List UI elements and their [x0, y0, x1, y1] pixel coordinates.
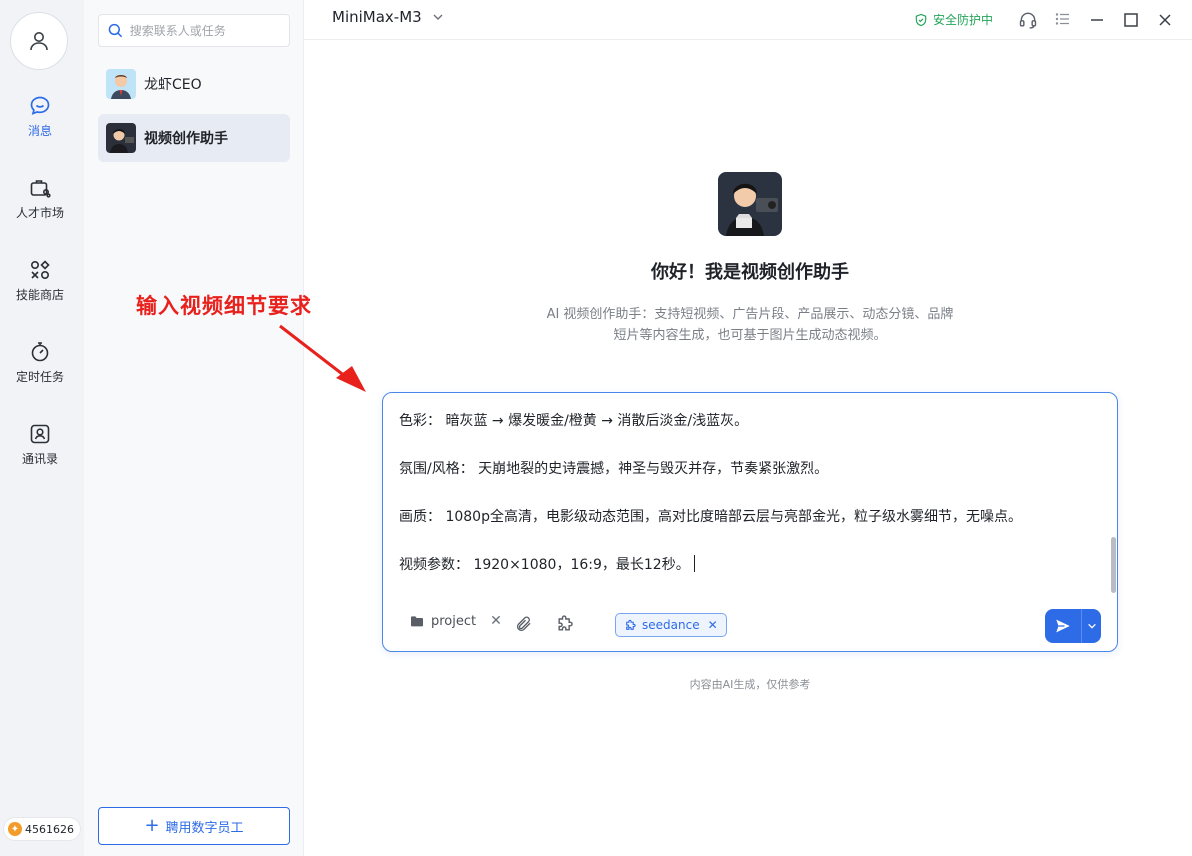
message-line: 色彩： 暗灰蓝 → 爆发暖金/橙黄 → 消散后淡金/浅蓝灰。	[399, 413, 749, 429]
security-label: 安全防护中	[933, 13, 994, 27]
contact-avatar	[106, 123, 136, 153]
assistant-avatar	[718, 172, 782, 236]
nav-item-label: 消息	[27, 124, 52, 138]
apps-icon	[30, 260, 50, 280]
message-input[interactable]: 色彩： 暗灰蓝 → 爆发暖金/橙黄 → 消散后淡金/浅蓝灰。 氛围/风格： 天崩…	[399, 411, 1099, 601]
search-icon	[108, 23, 123, 38]
send-button[interactable]	[1045, 609, 1081, 643]
contact-name: 龙虾CEO	[144, 77, 202, 93]
message-line: 画质： 1080p全高清，电影级动态范围，高对比度暗部云层与亮部金光，粒子级水雾…	[399, 509, 1022, 525]
headset-icon[interactable]	[1018, 10, 1038, 30]
chevron-down-icon	[1087, 623, 1096, 629]
chat-header: MiniMax-M3 安全防护中	[304, 0, 1192, 40]
timer-icon	[31, 342, 49, 362]
nav-item-skill-store[interactable]: 技能商店	[0, 258, 80, 303]
chat-icon	[30, 96, 50, 115]
search-box[interactable]	[98, 14, 290, 47]
nav-item-scheduled-tasks[interactable]: 定时任务	[0, 340, 80, 385]
list-icon[interactable]	[1054, 10, 1072, 28]
nav-item-messages[interactable]: 消息	[0, 94, 80, 139]
briefcase-icon	[30, 180, 51, 198]
minimize-icon[interactable]	[1088, 11, 1106, 29]
folder-icon	[411, 616, 423, 627]
message-line-last: 视频参数： 1920×1080，16:9，最长12秒。	[399, 555, 1099, 575]
plugin-icon[interactable]	[555, 614, 575, 634]
message-line: 氛围/风格： 天崩地裂的史诗震撼，神圣与毁灭并存，节奏紧张激烈。	[399, 461, 829, 477]
close-icon[interactable]	[1156, 11, 1174, 29]
coin-icon: ✦	[8, 822, 22, 836]
contact-name: 视频创作助手	[144, 131, 228, 147]
nav-rail: 消息 人才市场 技能商店 定时任务 通讯录 ✦ 4561626	[0, 0, 84, 856]
welcome-desc-line: 短片等内容生成，也可基于图片生成动态视频。	[613, 328, 887, 343]
hire-digital-employee-button[interactable]: + 聘用数字员工	[98, 807, 290, 845]
contact-item-lobster-ceo[interactable]: 龙虾CEO	[98, 60, 290, 108]
model-name: MiniMax-M3	[332, 8, 422, 26]
contacts-icon	[30, 424, 50, 444]
message-composer[interactable]: 色彩： 暗灰蓝 → 爆发暖金/橙黄 → 消散后淡金/浅蓝灰。 氛围/风格： 天崩…	[382, 392, 1118, 652]
shield-check-icon	[915, 13, 927, 26]
nav-item-label: 定时任务	[15, 370, 64, 384]
points-value: 4561626	[25, 822, 74, 836]
project-chip[interactable]: project ✕	[409, 613, 502, 629]
security-status[interactable]: 安全防护中	[914, 11, 993, 28]
nav-item-label: 技能商店	[15, 288, 64, 302]
nav-item-label: 人才市场	[15, 206, 64, 220]
nav-item-label: 通讯录	[21, 452, 58, 466]
plus-icon: +	[144, 815, 160, 836]
annotation-text: 输入视频细节要求	[136, 294, 312, 318]
nav-item-talent-market[interactable]: 人才市场	[0, 176, 80, 221]
skill-label: seedance	[642, 618, 700, 632]
text-caret	[693, 555, 695, 572]
contacts-panel: 龙虾CEO 视频创作助手 + 聘用数字员工	[84, 0, 304, 856]
search-input[interactable]	[127, 22, 289, 39]
hire-button-label: 聘用数字员工	[165, 820, 244, 836]
remove-project-icon[interactable]: ✕	[490, 613, 502, 629]
contact-avatar	[106, 69, 136, 99]
annotation-arrow-icon	[279, 324, 366, 392]
attachment-icon[interactable]	[515, 615, 533, 633]
contact-item-video-assistant[interactable]: 视频创作助手	[98, 114, 290, 162]
composer-scrollbar[interactable]	[1111, 537, 1116, 593]
points-badge[interactable]: ✦ 4561626	[4, 818, 80, 840]
plugin-icon	[626, 619, 636, 630]
user-avatar[interactable]	[10, 12, 68, 70]
send-icon	[1056, 619, 1070, 633]
model-selector[interactable]: MiniMax-M3	[332, 8, 444, 26]
send-options-button[interactable]	[1082, 609, 1101, 643]
project-label: project	[431, 613, 477, 629]
user-icon	[30, 32, 48, 51]
send-button-group	[1045, 609, 1101, 643]
maximize-icon[interactable]	[1122, 11, 1140, 29]
welcome-desc-line: AI 视频创作助手：支持短视频、广告片段、产品展示、动态分镜、品牌	[546, 307, 954, 322]
nav-item-contacts[interactable]: 通讯录	[0, 422, 80, 467]
welcome-title: 你好！我是视频创作助手	[651, 262, 849, 283]
chevron-down-icon	[433, 14, 443, 20]
welcome-description: AI 视频创作助手：支持短视频、广告片段、产品展示、动态分镜、品牌 短片等内容生…	[520, 304, 980, 346]
message-line: 视频参数： 1920×1080，16:9，最长12秒。	[399, 557, 690, 573]
skill-chip-seedance[interactable]: seedance ✕	[615, 613, 727, 637]
ai-disclaimer: 内容由AI生成，仅供参考	[689, 678, 811, 691]
composer-toolbar: project ✕ seedance ✕	[409, 613, 1109, 637]
remove-skill-icon[interactable]: ✕	[708, 618, 718, 632]
